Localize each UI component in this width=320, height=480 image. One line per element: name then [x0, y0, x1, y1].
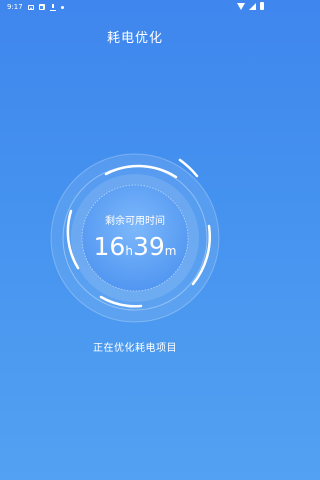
optimizing-status: 正在优化耗电项目: [93, 343, 177, 354]
minutes-value: 39: [132, 232, 165, 261]
remaining-time-readout: 16h39m: [70, 232, 200, 261]
hours-value: 16: [93, 232, 126, 261]
hours-unit: h: [125, 244, 133, 258]
remaining-time-label: 剩余可用时间: [105, 216, 165, 227]
minutes-unit: m: [164, 244, 177, 258]
